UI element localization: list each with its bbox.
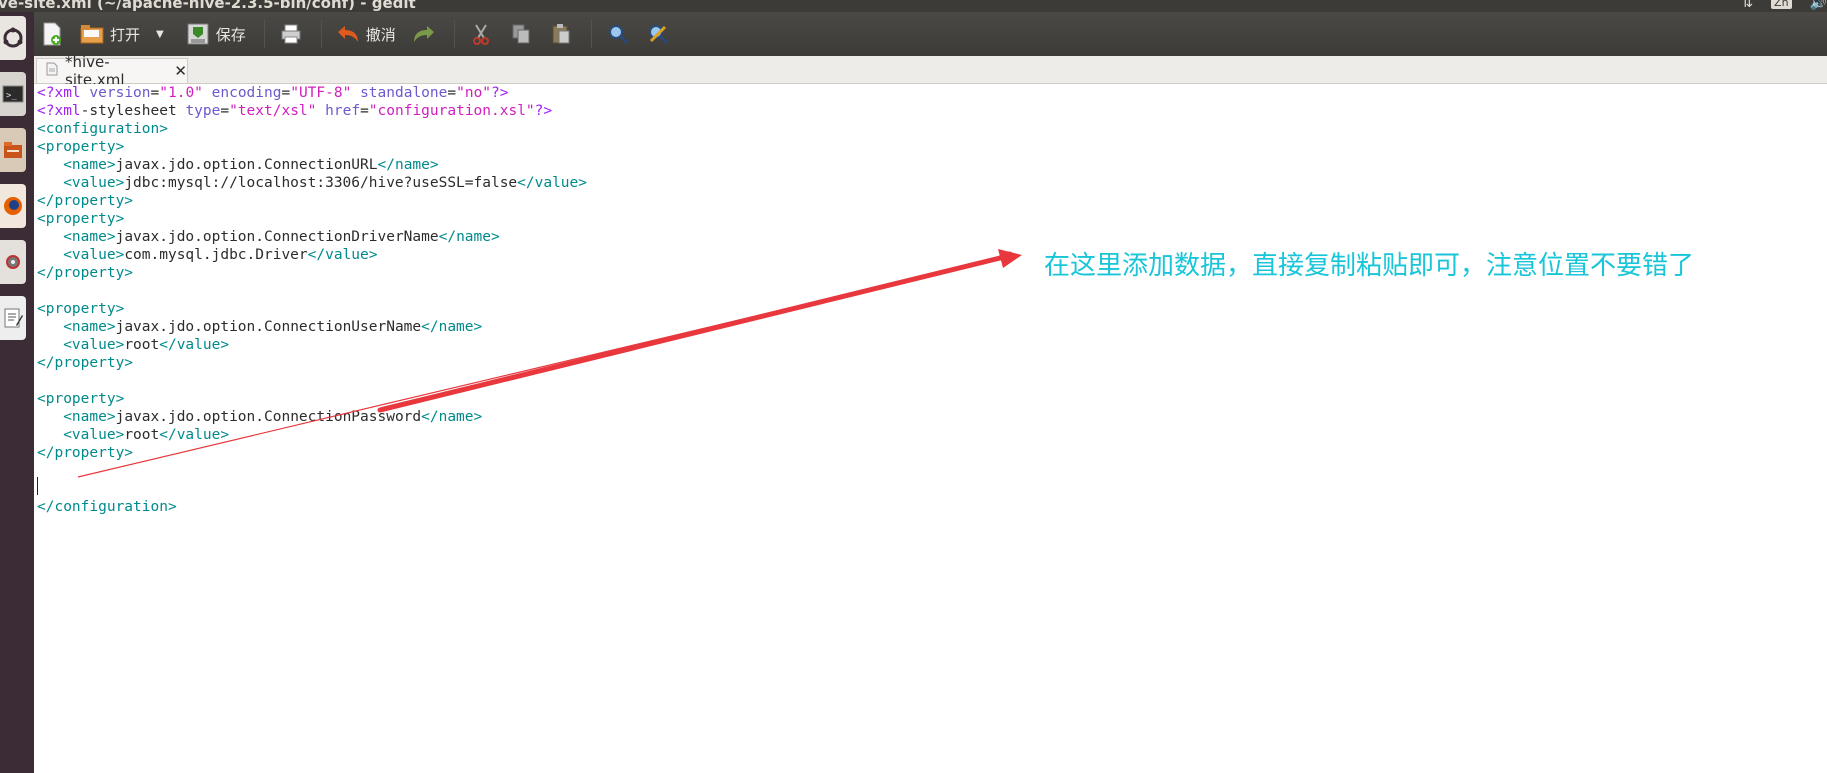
- save-icon: [186, 22, 210, 46]
- svg-text:>_: >_: [6, 91, 17, 101]
- dash-home-icon[interactable]: [0, 16, 26, 60]
- toolbar-separator: [263, 20, 265, 48]
- open-recent-dropdown[interactable]: ▼: [150, 17, 170, 51]
- scissors-icon: [469, 22, 493, 46]
- text-editor-area[interactable]: <?xml version="1.0" encoding="UTF-8" sta…: [34, 84, 1827, 773]
- toolbar-separator: [453, 20, 455, 48]
- toolbar-separator: [320, 20, 322, 48]
- chevron-down-icon: ▼: [156, 28, 164, 40]
- system-tray: ⇅ Zh 🔊: [1741, 0, 1827, 10]
- code-view[interactable]: <?xml version="1.0" encoding="UTF-8" sta…: [37, 84, 587, 516]
- copy-icon: [509, 22, 533, 46]
- save-label: 保存: [215, 25, 246, 44]
- print-button[interactable]: [273, 17, 309, 51]
- open-label: 打开: [110, 25, 141, 44]
- terminal-icon[interactable]: >_: [0, 72, 26, 116]
- cut-button[interactable]: [463, 17, 499, 51]
- window-title: ve-site.xml (~/apache-hive-2.3.5-bin/con…: [0, 0, 416, 12]
- toolbar: 打开 ▼ 保存 撤消: [34, 12, 1827, 56]
- save-button[interactable]: 保存: [180, 17, 252, 51]
- undo-arrow-icon: [336, 22, 360, 46]
- document-tab-bar: *hive-site.xml ✕: [34, 53, 1827, 89]
- copy-button[interactable]: [503, 17, 539, 51]
- redo-arrow-icon: [412, 22, 436, 46]
- new-document-button[interactable]: [34, 17, 70, 51]
- paste-clipboard-icon: [549, 22, 573, 46]
- tab-hive-site-xml[interactable]: *hive-site.xml ✕: [36, 53, 188, 89]
- find-button[interactable]: [600, 17, 636, 51]
- close-icon[interactable]: ✕: [174, 62, 187, 80]
- document-icon: [45, 62, 59, 80]
- text-editor-icon[interactable]: [0, 296, 26, 340]
- input-method-indicator[interactable]: Zh: [1771, 0, 1792, 9]
- unity-launcher: >_: [0, 12, 35, 773]
- text-cursor: [37, 477, 38, 495]
- title-bar: ve-site.xml (~/apache-hive-2.3.5-bin/con…: [0, 0, 1827, 12]
- open-button[interactable]: 打开: [74, 17, 146, 51]
- network-icon[interactable]: ⇅: [1741, 0, 1753, 10]
- annotation-note: 在这里添加数据，直接复制粘贴即可，注意位置不要错了: [1044, 251, 1695, 281]
- undo-button[interactable]: 撤消: [330, 17, 402, 51]
- files-icon[interactable]: [0, 128, 26, 172]
- find-replace-icon: [646, 22, 670, 46]
- new-document-icon: [40, 22, 64, 46]
- undo-label: 撤消: [365, 25, 396, 44]
- settings-icon[interactable]: [0, 240, 26, 284]
- find-replace-button[interactable]: [640, 17, 676, 51]
- volume-icon[interactable]: 🔊: [1810, 0, 1827, 10]
- paste-button[interactable]: [543, 17, 579, 51]
- printer-icon: [279, 22, 303, 46]
- search-icon: [606, 22, 630, 46]
- firefox-icon[interactable]: [0, 184, 26, 228]
- toolbar-separator: [590, 20, 592, 48]
- open-folder-icon: [80, 22, 104, 46]
- redo-button[interactable]: [406, 17, 442, 51]
